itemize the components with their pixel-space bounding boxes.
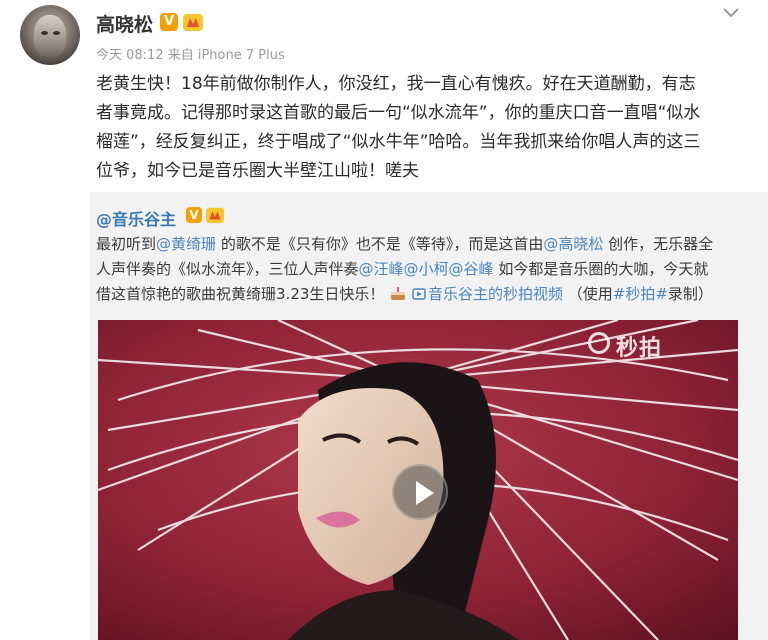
cake-icon: [391, 287, 406, 300]
post-text-line: 老黄生快！18年前做你制作人，你没红，我一直心有愧疚。好在天道酬勤，有志: [96, 74, 696, 94]
level-badge-icon: [205, 207, 225, 224]
video-watermark: 秒拍: [616, 336, 663, 361]
avatar[interactable]: [20, 5, 80, 65]
mention-link[interactable]: @黄绮珊: [156, 235, 216, 253]
play-button[interactable]: [392, 464, 448, 520]
repost-text: 最初听到@黄绮珊 的歌不是《只有你》也不是《等待》，而是这首由@高晓松 创作，无…: [96, 232, 762, 307]
video-link[interactable]: 音乐谷主的秒拍视频: [412, 285, 568, 303]
repost-card[interactable]: @音乐谷主 V 最初听到@黄绮珊 的歌不是《只有你》也不是《等待》，而是这首由@…: [90, 192, 768, 640]
post-text-line: 者事竟成。记得那时录这首歌的最后一句“似水流年”，你的重庆口音一直唱“似水: [96, 103, 701, 123]
avatar-face: [34, 15, 66, 57]
post-header: 高晓松 V 今天 08:12 来自 iPhone 7 Plus: [0, 0, 768, 66]
hashtag-link[interactable]: #秒拍#: [613, 285, 668, 303]
repost-text-line: 人声伴奏的《似水流年》，三位人声伴奏@汪峰@小柯@谷峰 如今都是音乐圈的大咖，今…: [96, 260, 709, 278]
mention-link[interactable]: @汪峰: [359, 260, 404, 278]
post-meta: 今天 08:12 来自 iPhone 7 Plus: [96, 48, 285, 63]
repost-author[interactable]: @音乐谷主: [96, 206, 176, 230]
video-player[interactable]: 秒拍: [98, 320, 738, 640]
play-icon: [416, 481, 434, 505]
post-text-line: 位爷，如今已是音乐圈大半壁江山啦！嗟夫: [96, 161, 419, 181]
repost-text-line: 最初听到@黄绮珊 的歌不是《只有你》也不是《等待》，而是这首由@高晓松 创作，无…: [96, 235, 714, 253]
v-badge-icon: V: [186, 207, 202, 223]
more-icon[interactable]: [722, 6, 740, 20]
watermark-logo-icon: [588, 332, 610, 354]
mention-link[interactable]: @高晓松: [543, 235, 603, 253]
mention-link[interactable]: @谷峰: [449, 260, 494, 278]
post-text: 老黄生快！18年前做你制作人，你没红，我一直心有愧疚。好在天道酬勤，有志 者事竟…: [96, 70, 746, 186]
author-name[interactable]: 高晓松: [96, 10, 153, 37]
mention-link[interactable]: @小柯: [404, 260, 449, 278]
post-text-line: 榴莲”，经反复纠正，终于唱成了“似水牛年”哈哈。当年我抓来给你唱人声的这三: [96, 132, 701, 152]
v-badge-icon: V: [160, 13, 178, 31]
video-link-icon: [412, 288, 426, 300]
repost-text-line: 借这首惊艳的歌曲祝黄绮珊3.23生日快乐！ 音乐谷主的秒拍视频 （使用#秒拍#录…: [96, 285, 713, 303]
level-badge-icon: [183, 14, 203, 31]
